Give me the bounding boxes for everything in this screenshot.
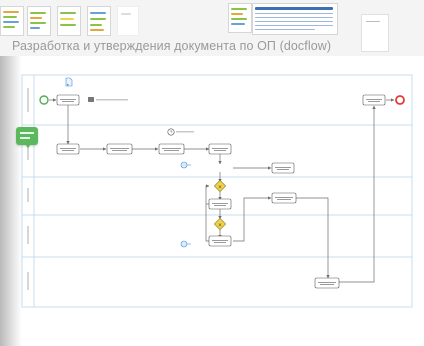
svg-text:×: ×: [218, 185, 222, 191]
lane-label-5: [27, 272, 29, 290]
end-event[interactable]: [395, 95, 405, 105]
lane-label-3: [27, 188, 29, 202]
pool: [21, 74, 413, 308]
document-icon[interactable]: [65, 77, 73, 87]
start-event[interactable]: [39, 95, 49, 105]
lane-label-1: [27, 88, 29, 112]
tag-icon[interactable]: [16, 127, 38, 148]
svg-text:×: ×: [218, 223, 222, 229]
bpmn-diagram[interactable]: × ×: [0, 0, 424, 346]
lane-label-4: [27, 226, 29, 244]
